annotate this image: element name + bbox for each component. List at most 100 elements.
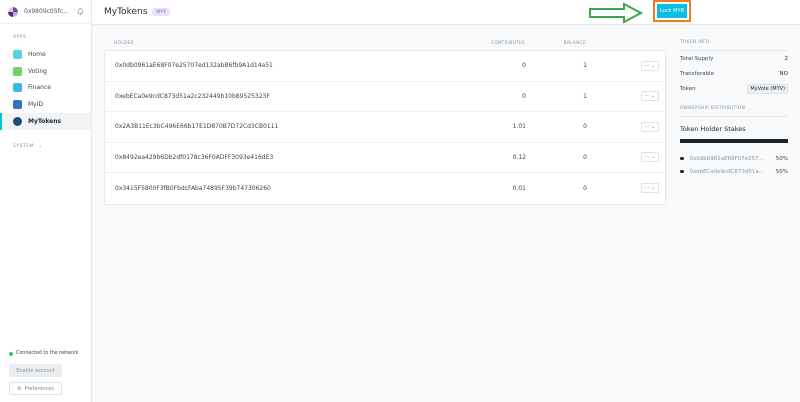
- sidebar-item-label: Finance: [28, 84, 51, 92]
- row-menu-button[interactable]: ··· ⌄: [641, 60, 659, 71]
- total-supply-row: Total Supply 2: [680, 51, 788, 66]
- chevron-down-icon: ⌄: [651, 123, 656, 130]
- table-row: 0x2A3B11Ec3bC496E66b17E1D870B7D72Cd3CB01…: [105, 112, 665, 143]
- lock-token-button[interactable]: Lock MYB: [657, 4, 687, 18]
- holder-address: 0x2A3B11Ec3bC496E66b17E1D870B7D72Cd3CB01…: [115, 123, 279, 131]
- holder-address: 0x8492ea429b6Db2df0178c36F0ADFF3093e416d…: [115, 153, 274, 161]
- transferable-label: Transferable: [680, 70, 714, 77]
- page-title: MyTokens: [104, 7, 148, 17]
- table-body: 0x0db0961aE68F07e25707ed132abB6fb9A1d14a…: [104, 50, 666, 205]
- holder-address: 0x0db0961aE68F07e25707ed132abB6fb9A1d14a…: [115, 62, 273, 70]
- contributes-value: 0: [522, 92, 526, 100]
- app-nav: Home Voting Finance MyID MyTokens: [0, 46, 91, 130]
- transferable-row: Transferable NO: [680, 66, 788, 81]
- chevron-down-icon: ⌄: [651, 154, 656, 161]
- network-status-text: Connected to the network: [16, 351, 79, 356]
- app-header: MyTokens MYV: [92, 0, 800, 25]
- table-row: 0xebECa0e9cdC873d51a2c232449b10b89525323…: [105, 82, 665, 112]
- table-row: 0x3415F5800F3fB0FbdcFAba74895F39b7473062…: [105, 173, 665, 204]
- row-menu-button[interactable]: ··· ⌄: [641, 183, 659, 194]
- sidebar-item-voting[interactable]: Voting: [0, 63, 91, 80]
- contributes-value: 1.01: [512, 123, 526, 131]
- sidebar-item-mytokens[interactable]: MyTokens: [0, 113, 91, 130]
- balance-value: 1: [583, 62, 587, 70]
- preferences-label: Preferences: [24, 385, 54, 392]
- holder-dot: [680, 156, 684, 161]
- account-header[interactable]: 0x9809c05fc...: [0, 0, 91, 24]
- finance-icon: [13, 83, 22, 93]
- contributes-value: 0.12: [512, 153, 526, 161]
- holder-stake-percent: 50%: [775, 155, 788, 162]
- row-menu-button[interactable]: ··· ⌄: [641, 91, 659, 102]
- bell-icon[interactable]: [77, 8, 84, 15]
- more-icon: ···: [644, 62, 650, 69]
- holders-table: HOLDER CONTRIBUTES BALANCE 0x0db0961aE68…: [104, 37, 666, 205]
- holder-address: 0xebECa0e9cdC873d51a2c232449b10b89525323…: [115, 92, 270, 100]
- lock-button-highlight: Lock MYB: [653, 0, 691, 22]
- arrow-right-icon: [589, 2, 643, 24]
- system-section-toggle[interactable]: SYSTEM ⌄: [0, 143, 43, 149]
- network-status: Connected to the network: [9, 351, 79, 356]
- balance-value: 0: [583, 123, 587, 131]
- id-icon: [13, 100, 22, 110]
- account-address: 0x9809c05fc...: [24, 8, 69, 15]
- account-avatar: [8, 6, 18, 17]
- chevron-down-icon: ⌄: [37, 143, 43, 149]
- sidebar-item-label: MyID: [28, 101, 44, 109]
- voting-icon: [13, 66, 22, 76]
- column-header-balance: BALANCE: [563, 41, 586, 46]
- holder-address: 0xebECa0e9cdC873d51a...: [689, 168, 765, 175]
- total-supply-value: 2: [784, 55, 789, 62]
- table-header: HOLDER CONTRIBUTES BALANCE: [104, 37, 666, 50]
- sidebar-item-home[interactable]: Home: [0, 46, 91, 63]
- token-info-title: TOKEN INFO: [680, 40, 788, 51]
- table-row: 0x8492ea429b6Db2df0178c36F0ADFF3093e416d…: [105, 143, 665, 173]
- token-label: Token: [680, 85, 696, 92]
- holder-address: 0x0db0961aE68F07e257...: [689, 155, 764, 162]
- stakes-bar-fill: [680, 139, 788, 143]
- transferable-value: NO: [779, 70, 788, 77]
- total-supply-label: Total Supply: [680, 55, 714, 62]
- apps-section-title: APPS: [13, 35, 27, 40]
- column-header-contributes: CONTRIBUTES: [491, 41, 525, 46]
- table-row: 0x0db0961aE68F07e25707ed132abB6fb9A1d14a…: [105, 51, 665, 82]
- sidebar-item-label: Home: [28, 50, 46, 58]
- more-icon: ···: [644, 123, 650, 130]
- sidebar-item-label: Voting: [28, 67, 47, 75]
- token-badge: MYV: [152, 8, 171, 16]
- row-menu-button[interactable]: ··· ⌄: [641, 152, 659, 163]
- more-icon: ···: [644, 93, 650, 100]
- holder-stake-percent: 50%: [775, 168, 788, 175]
- token-row: Token MyVote (MYV): [680, 81, 788, 96]
- home-icon: [13, 49, 22, 59]
- tokens-icon: [13, 117, 22, 127]
- more-icon: ···: [644, 185, 650, 192]
- enable-account-button[interactable]: Enable account: [9, 364, 62, 377]
- more-icon: ···: [644, 154, 650, 161]
- chevron-down-icon: ⌄: [651, 93, 656, 100]
- list-item: 0xebECa0e9cdC873d51a... 50%: [680, 165, 788, 178]
- column-header-holder: HOLDER: [114, 41, 134, 46]
- list-item: 0x0db0961aE68F07e257... 50%: [680, 152, 788, 165]
- row-menu-button[interactable]: ··· ⌄: [641, 121, 659, 132]
- system-section-title: SYSTEM: [13, 143, 34, 149]
- balance-value: 0: [583, 153, 587, 161]
- gear-icon: ⚙: [17, 385, 22, 392]
- network-status-dot: [9, 351, 13, 356]
- sidebar-item-myid[interactable]: MyID: [0, 96, 91, 113]
- ownership-title: OWNERSHIP DISTRIBUTION: [680, 106, 788, 117]
- stakes-label: Token Holder Stakes: [680, 125, 746, 133]
- stakes-bar: [680, 139, 788, 143]
- balance-value: 1: [583, 92, 587, 100]
- preferences-button[interactable]: ⚙ Preferences: [9, 382, 62, 395]
- chevron-down-icon: ⌄: [651, 62, 656, 69]
- sidebar-item-finance[interactable]: Finance: [0, 80, 91, 97]
- balance-value: 0: [583, 184, 587, 192]
- holder-stakes-list: 0x0db0961aE68F07e257... 50% 0xebECa0e9cd…: [680, 152, 788, 178]
- sidebar: 0x9809c05fc... APPS Home Voting Finance …: [0, 0, 92, 402]
- contributes-value: 0: [522, 62, 526, 70]
- token-value: MyVote (MYV): [747, 83, 788, 94]
- contributes-value: 0.01: [512, 184, 526, 192]
- token-info-panel: TOKEN INFO Total Supply 2 Transferable N…: [680, 40, 788, 178]
- sidebar-item-label: MyTokens: [28, 118, 62, 126]
